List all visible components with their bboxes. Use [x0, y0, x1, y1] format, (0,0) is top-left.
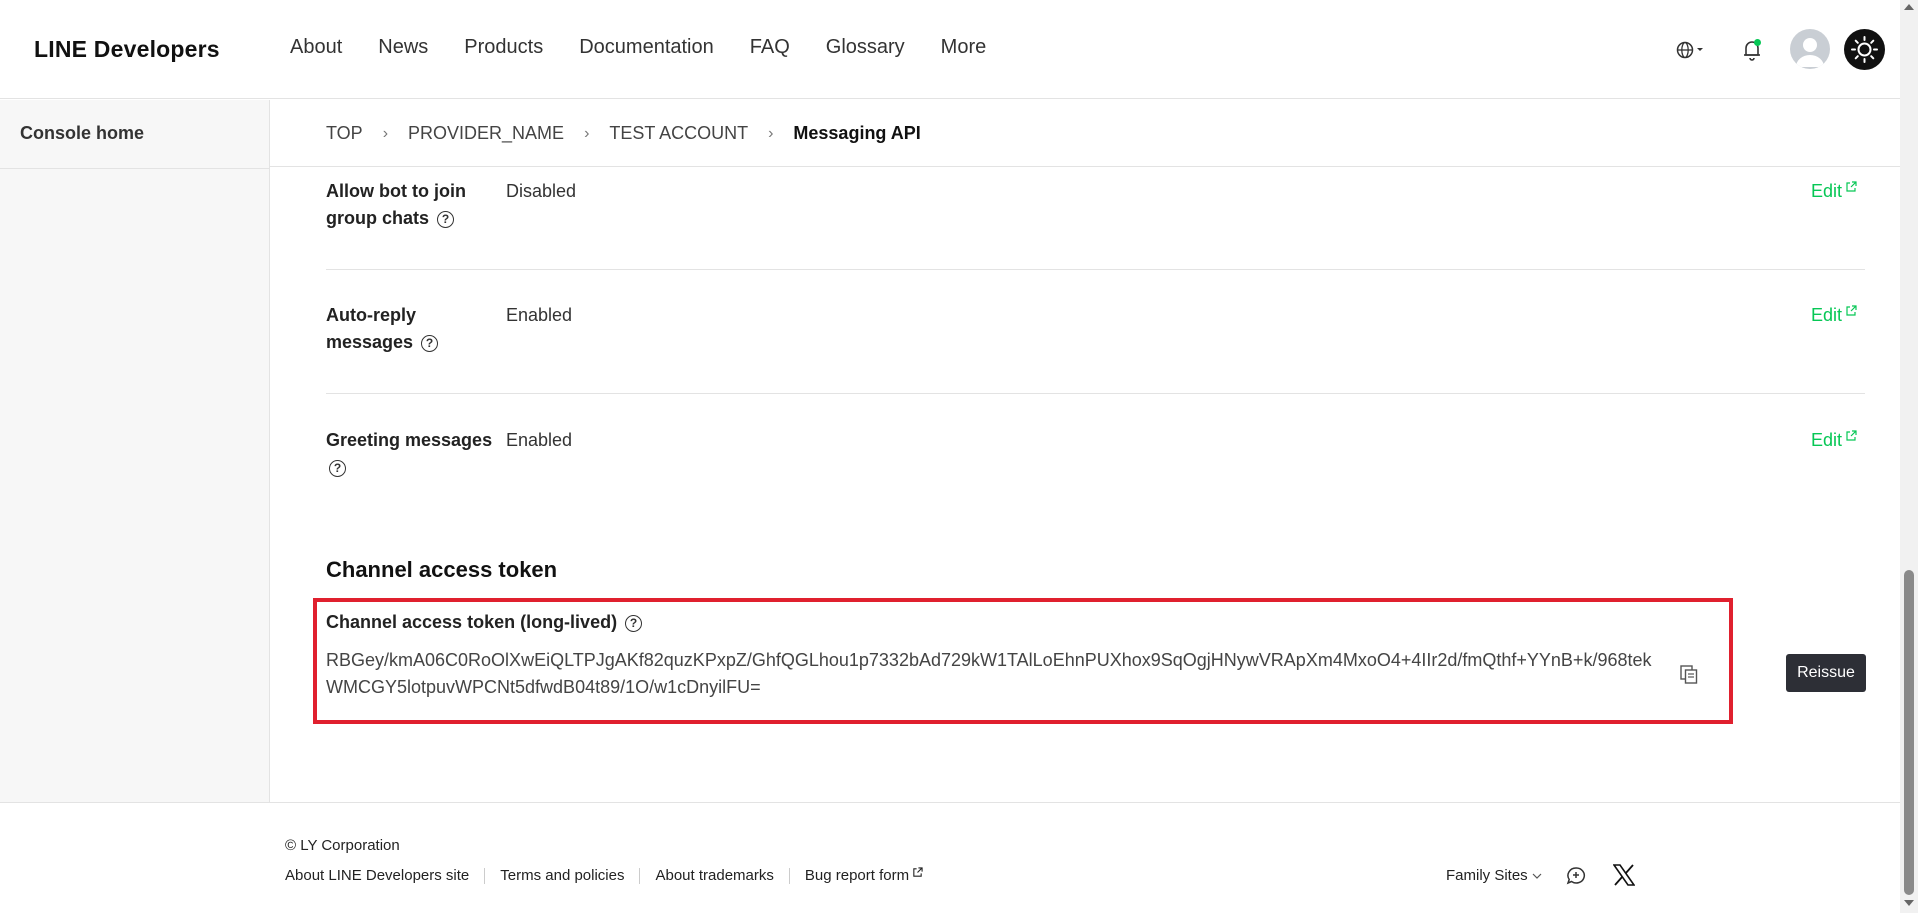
footer-divider: [0, 802, 1900, 803]
page-scrollbar[interactable]: [1900, 0, 1918, 913]
chevron-down-icon: [1532, 873, 1542, 879]
chat-bubble-icon[interactable]: [1566, 866, 1586, 886]
setting-value: Enabled: [506, 430, 573, 450]
setting-row-allow-group-chats: Allow bot to join group chats? Disabled …: [326, 178, 1865, 238]
nav-glossary[interactable]: Glossary: [826, 36, 905, 59]
x-twitter-icon[interactable]: [1612, 864, 1636, 886]
footer-link-bug-report[interactable]: Bug report form: [805, 867, 923, 884]
edit-link[interactable]: Edit: [1811, 427, 1857, 454]
nav-products[interactable]: Products: [464, 36, 543, 59]
help-icon[interactable]: ?: [421, 334, 439, 352]
copy-icon[interactable]: [1680, 665, 1698, 684]
edit-link[interactable]: Edit: [1811, 178, 1857, 205]
external-link-icon: [913, 867, 923, 877]
external-link-icon: [1846, 305, 1857, 316]
breadcrumb-divider: [270, 166, 1900, 167]
sidebar-item-console-home[interactable]: Console home: [20, 123, 144, 144]
footer-separator: [788, 867, 790, 884]
top-header: LINE Developers About News Products Docu…: [0, 0, 1900, 99]
scrollbar-thumb[interactable]: [1904, 570, 1914, 895]
setting-row-auto-reply: Auto-reply messages? Enabled Edit: [326, 302, 1865, 362]
footer-link-trademarks[interactable]: About trademarks: [655, 867, 773, 884]
setting-label: Greeting messages?: [326, 430, 493, 477]
token-label: Channel access token (long-lived)?: [326, 612, 643, 633]
breadcrumb: TOP › PROVIDER_NAME › TEST ACCOUNT › Mes…: [326, 123, 921, 144]
scroll-up-arrow-icon[interactable]: [1904, 4, 1914, 10]
help-icon[interactable]: ?: [329, 459, 346, 477]
chevron-right-icon: ›: [584, 124, 590, 142]
nav-documentation[interactable]: Documentation: [579, 36, 714, 59]
setting-label: Auto-reply messages?: [326, 302, 456, 356]
breadcrumb-top[interactable]: TOP: [326, 123, 363, 144]
nav-faq[interactable]: FAQ: [750, 36, 790, 59]
chevron-right-icon: ›: [382, 124, 389, 142]
nav-news[interactable]: News: [378, 36, 428, 59]
footer-separator: [484, 867, 486, 884]
sidebar: Console home: [0, 100, 270, 802]
row-divider: [326, 393, 1865, 394]
section-title-channel-access-token: Channel access token: [326, 557, 558, 582]
setting-label: Allow bot to join group chats?: [326, 181, 466, 228]
setting-value: Enabled: [506, 305, 573, 325]
footer-separator: [639, 867, 641, 884]
user-avatar[interactable]: [1790, 29, 1830, 69]
breadcrumb-current: Messaging API: [793, 123, 921, 143]
row-divider: [326, 269, 1865, 270]
chevron-right-icon: ›: [768, 124, 774, 142]
site-logo[interactable]: LINE Developers: [34, 36, 220, 63]
sidebar-divider: [0, 168, 270, 169]
token-value: RBGey/kmA06C0RoOlXwEiQLTPJgAKf82quzKPxpZ…: [326, 650, 1652, 697]
copyright-text: © LY Corporation: [285, 837, 400, 854]
footer-link-terms[interactable]: Terms and policies: [500, 867, 624, 884]
external-link-icon: [1846, 430, 1857, 441]
help-icon[interactable]: ?: [625, 614, 643, 632]
theme-toggle-sun-icon[interactable]: [1844, 29, 1885, 70]
setting-value: Disabled: [506, 181, 577, 201]
external-link-icon: [1846, 181, 1857, 192]
footer-links: About LINE Developers site Terms and pol…: [285, 867, 923, 884]
family-sites-dropdown[interactable]: Family Sites: [1446, 867, 1542, 884]
language-globe-icon[interactable]: [1676, 39, 1706, 61]
scroll-down-arrow-icon[interactable]: [1904, 900, 1914, 906]
breadcrumb-channel[interactable]: TEST ACCOUNT: [609, 123, 748, 144]
breadcrumb-provider[interactable]: PROVIDER_NAME: [408, 123, 564, 144]
footer-link-about-site[interactable]: About LINE Developers site: [285, 867, 469, 884]
setting-row-greeting: Greeting messages? Enabled Edit: [326, 427, 1865, 487]
main-nav: About News Products Documentation FAQ Gl…: [290, 36, 1022, 59]
help-icon[interactable]: ?: [437, 210, 455, 228]
edit-link[interactable]: Edit: [1811, 302, 1857, 329]
notification-bell-icon[interactable]: [1741, 38, 1763, 62]
reissue-button[interactable]: Reissue: [1786, 654, 1866, 692]
nav-about[interactable]: About: [290, 36, 342, 59]
nav-more[interactable]: More: [941, 36, 987, 59]
